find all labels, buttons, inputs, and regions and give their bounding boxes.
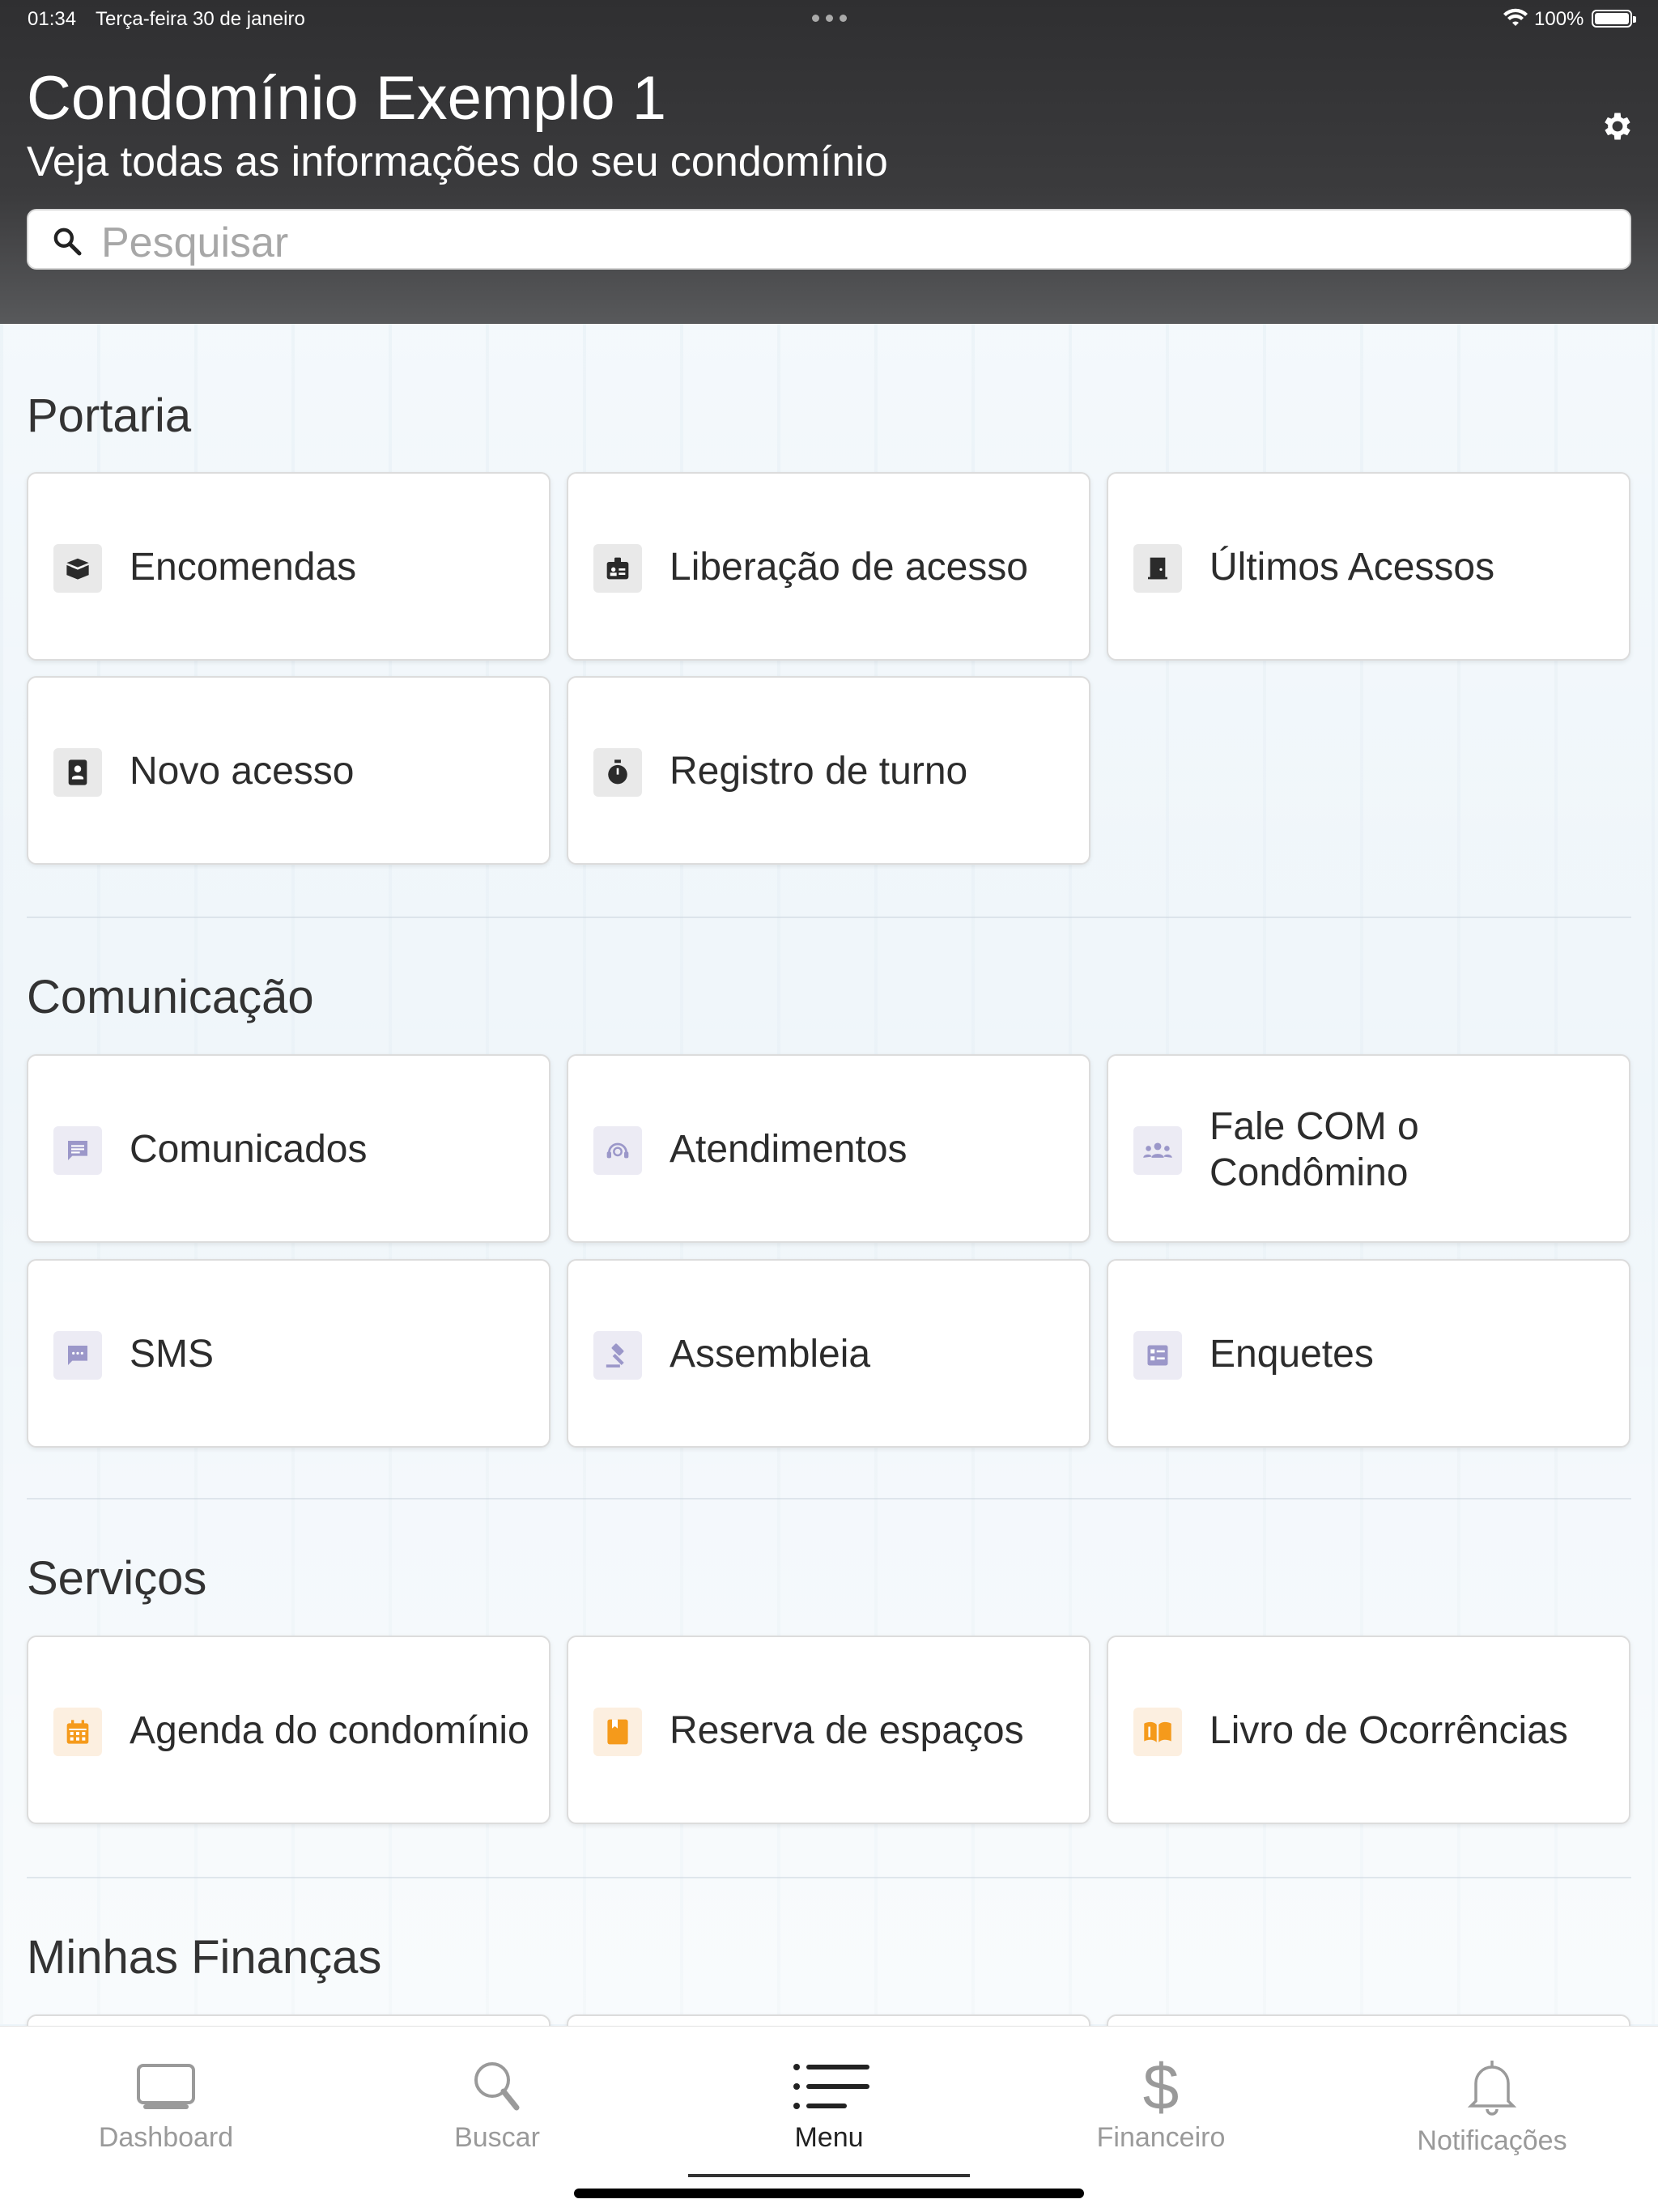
tab-label: Dashboard (98, 2122, 234, 2153)
home-indicator[interactable] (574, 2189, 1084, 2198)
section-title-comunicacao: Comunicação (27, 971, 314, 1023)
status-time: 01:34 (28, 8, 77, 30)
tab-label: Buscar (454, 2122, 540, 2153)
monitor-icon (137, 2064, 195, 2109)
section-title-financas: Minhas Finanças (27, 1931, 382, 1984)
card-label: Reserva de espaços (670, 1709, 1024, 1753)
card-label: Liberação de acesso (670, 546, 1028, 589)
tab-dashboard[interactable]: Dashboard (0, 2027, 332, 2212)
gavel-icon (593, 1331, 642, 1380)
card-comunicados[interactable]: Comunicados (27, 1054, 551, 1243)
card-label: Atendimentos (670, 1128, 908, 1172)
card-enquetes[interactable]: Enquetes (1107, 1259, 1630, 1448)
card-label: Últimos Acessos (1209, 546, 1495, 589)
battery-icon (1592, 10, 1636, 28)
card-agenda-do-condominio[interactable]: Agenda do condomínio (27, 1636, 551, 1824)
dollar-icon: $ (1143, 2054, 1180, 2119)
card-reserva-de-espacos[interactable]: Reserva de espaços (567, 1636, 1090, 1824)
card-label: Comunicados (130, 1128, 368, 1172)
bookmark-icon (593, 1708, 642, 1756)
bell-icon (1467, 2061, 1517, 2116)
battery-percent: 100% (1534, 8, 1584, 30)
card-sms[interactable]: SMS (27, 1259, 551, 1448)
tab-menu[interactable]: Menu (663, 2027, 995, 2212)
page-title: Condomínio Exemplo 1 (27, 64, 666, 133)
section-title-servicos: Serviços (27, 1552, 207, 1605)
section-divider (27, 1877, 1631, 1878)
tab-label: Notificações (1417, 2125, 1567, 2156)
calendar-icon (53, 1708, 102, 1756)
message-icon (53, 1126, 102, 1175)
bottom-tab-bar: Dashboard Buscar Menu $ Financeiro Notif… (0, 2026, 1658, 2212)
page-subtitle: Veja todas as informações do seu condomí… (27, 138, 888, 185)
app-header: 01:34 Terça-feira 30 de janeiro 100% Con… (0, 0, 1658, 324)
svg-text:$: $ (1143, 2054, 1180, 2119)
card-label: Enquetes (1209, 1333, 1374, 1376)
active-tab-indicator (688, 2174, 970, 2177)
section-divider (27, 917, 1631, 918)
card-fale-com-o-condomino[interactable]: Fale COM o Condômino (1107, 1054, 1630, 1243)
card-novo-acesso[interactable]: Novo acesso (27, 676, 551, 865)
card-atendimentos[interactable]: Atendimentos (567, 1054, 1090, 1243)
support-agent-icon (593, 1126, 642, 1175)
door-icon (1133, 544, 1182, 593)
section-divider (27, 1498, 1631, 1499)
card-assembleia[interactable]: Assembleia (567, 1259, 1090, 1448)
poll-icon (1133, 1331, 1182, 1380)
stopwatch-icon (593, 748, 642, 797)
wifi-icon (1503, 8, 1528, 26)
section-title-portaria: Portaria (27, 389, 192, 442)
tab-label: Financeiro (1096, 2122, 1226, 2153)
status-date: Terça-feira 30 de janeiro (96, 8, 305, 30)
card-label: SMS (130, 1333, 215, 1376)
tab-notificacoes[interactable]: Notificações (1326, 2027, 1658, 2212)
card-label: Fale COM o Condômino (1209, 1105, 1419, 1194)
search-input[interactable]: Pesquisar (27, 209, 1631, 270)
search-icon (53, 228, 82, 256)
magnifier-icon (474, 2062, 520, 2111)
card-label: Encomendas (130, 546, 357, 589)
card-ultimos-acessos[interactable]: Últimos Acessos (1107, 472, 1630, 661)
tab-financeiro[interactable]: $ Financeiro (995, 2027, 1327, 2212)
book-icon (1133, 1708, 1182, 1756)
group-icon (1133, 1126, 1182, 1175)
card-label: Assembleia (670, 1333, 871, 1376)
tab-label: Menu (794, 2122, 864, 2153)
search-placeholder: Pesquisar (101, 219, 289, 266)
card-encomendas[interactable]: Encomendas (27, 472, 551, 661)
card-livro-de-ocorrencias[interactable]: Livro de Ocorrências (1107, 1636, 1630, 1824)
card-label: Agenda do condomínio (130, 1709, 529, 1753)
package-icon (53, 544, 102, 593)
card-label: Livro de Ocorrências (1209, 1709, 1568, 1753)
gear-icon[interactable] (1600, 108, 1635, 144)
status-bar: 01:34 Terça-feira 30 de janeiro 100% (0, 0, 1658, 39)
badge-icon (593, 544, 642, 593)
contact-card-icon (53, 748, 102, 797)
card-label: Novo acesso (130, 750, 355, 793)
multitasking-dots-icon[interactable] (812, 15, 847, 22)
card-registro-de-turno[interactable]: Registro de turno (567, 676, 1090, 865)
tab-buscar[interactable]: Buscar (331, 2027, 663, 2212)
list-icon (793, 2064, 869, 2109)
card-label: Registro de turno (670, 750, 968, 793)
sms-icon (53, 1331, 102, 1380)
card-liberacao-de-acesso[interactable]: Liberação de acesso (567, 472, 1090, 661)
